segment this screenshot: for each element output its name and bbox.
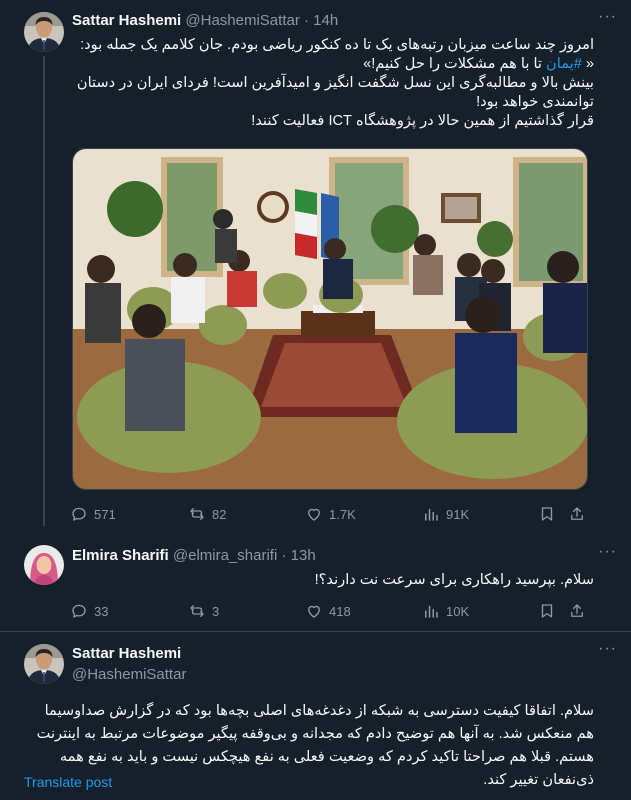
reply-icon (72, 604, 86, 618)
like-icon (308, 508, 320, 521)
like-count: 418 (329, 603, 351, 619)
views-button[interactable]: 10K (422, 601, 469, 621)
timestamp[interactable]: · 14h (304, 12, 338, 29)
tweet-actions: 33 3 418 10K (70, 601, 590, 621)
repost-icon (190, 605, 204, 617)
more-icon[interactable]: ··· (598, 8, 617, 26)
tweet-2[interactable]: Elmira Sharifi @elmira_sharifi · 13h ···… (0, 535, 631, 631)
repost-count: 3 (212, 603, 220, 619)
share-icon (571, 507, 583, 520)
author-handle[interactable]: @HashemiSattar (185, 12, 299, 29)
like-count: 1.7K (329, 506, 356, 522)
tweet-text: امروز چند ساعت میزبان رتبه‌های یک تا ده … (72, 36, 594, 131)
author-handle[interactable]: @HashemiSattar (72, 666, 186, 683)
thread-line (43, 56, 45, 526)
author-name[interactable]: Elmira Sharifi (72, 547, 169, 564)
translate-link[interactable]: Translate post (24, 774, 112, 790)
tweet-photo[interactable] (72, 148, 588, 490)
views-button[interactable]: 91K (422, 504, 469, 524)
more-icon[interactable]: ··· (598, 640, 617, 658)
tweet-actions: 571 82 1.7K 91K (70, 504, 590, 524)
repost-count: 82 (212, 506, 227, 522)
views-icon (425, 508, 438, 521)
views-icon (425, 605, 438, 618)
reply-icon (72, 507, 86, 521)
tweet-1[interactable]: Sattar Hashemi @HashemiSattar · 14h ··· … (0, 0, 631, 535)
avatar[interactable] (24, 12, 64, 52)
reply-button[interactable]: 571 (70, 504, 116, 524)
reply-count: 571 (94, 506, 116, 522)
repost-button[interactable]: 3 (188, 601, 219, 621)
tweet-header: Elmira Sharifi @elmira_sharifi · 13h (72, 547, 316, 564)
tweet-line: قرار گذاشتیم از همین حالا در پژوهشگاه IC… (251, 113, 594, 129)
tweet-line: بینش بالا و مطالبه‌گری این نسل شگفت انگی… (76, 75, 594, 110)
hashtag-link[interactable]: #یمان (546, 56, 582, 72)
timestamp[interactable]: · 13h (281, 547, 315, 564)
bookmark-button[interactable] (538, 601, 562, 621)
like-button[interactable]: 1.7K (305, 504, 356, 524)
like-icon (308, 605, 320, 618)
avatar[interactable] (24, 545, 64, 585)
bookmark-icon (541, 507, 553, 521)
quote-rest: تا با هم مشکلات را حل کنیم!» (363, 56, 547, 72)
view-count: 91K (446, 506, 470, 522)
like-button[interactable]: 418 (305, 601, 351, 621)
author-name[interactable]: Sattar Hashemi (72, 12, 181, 29)
reply-button[interactable]: 33 (70, 601, 108, 621)
tweet-line: « #یمان تا با هم مشکلات را حل کنیم!» (72, 55, 594, 74)
more-icon[interactable]: ··· (598, 543, 617, 561)
tweet-header: Sattar Hashemi @HashemiSattar · 14h (72, 12, 338, 29)
reply-count: 33 (94, 603, 109, 619)
tweet-line: امروز چند ساعت میزبان رتبه‌های یک تا ده … (80, 37, 594, 53)
share-icon (571, 604, 583, 617)
bookmark-button[interactable] (538, 504, 562, 524)
author-handle[interactable]: @elmira_sharifi (173, 547, 277, 564)
repost-button[interactable]: 82 (188, 504, 226, 524)
tweet-text: سلام. بپرسید راهکاری برای سرعت نت دارند؟… (314, 572, 594, 588)
repost-icon (190, 508, 204, 520)
author-name[interactable]: Sattar Hashemi (72, 645, 181, 662)
share-button[interactable] (568, 601, 592, 621)
bookmark-icon (541, 604, 553, 618)
share-button[interactable] (568, 504, 592, 524)
avatar[interactable] (24, 644, 64, 684)
view-count: 10K (446, 603, 470, 619)
quote-open: « (581, 56, 594, 72)
